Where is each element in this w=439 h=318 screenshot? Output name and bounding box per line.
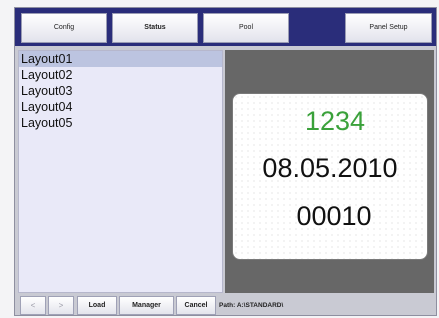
list-item-layout04[interactable]: Layout04 <box>19 99 222 115</box>
next-button[interactable]: > <box>48 296 74 315</box>
display-line-1: 1234 <box>304 106 366 136</box>
tab-panel-setup[interactable]: Panel Setup <box>345 13 432 43</box>
manager-button[interactable]: Manager <box>119 296 174 315</box>
app-window: Config Status Pool Panel Setup Layout01 … <box>14 7 437 316</box>
previous-button[interactable]: < <box>20 296 46 315</box>
display-panel-preview: 1234 08.05.2010 00010 <box>232 93 428 260</box>
tab-status[interactable]: Status <box>112 13 198 43</box>
list-item-layout02[interactable]: Layout02 <box>19 67 222 83</box>
list-item-layout05[interactable]: Layout05 <box>19 115 222 131</box>
bottom-toolbar: < > Load Manager Cancel Path: A:\STANDAR… <box>15 296 436 315</box>
list-item-layout03[interactable]: Layout03 <box>19 83 222 99</box>
tab-config[interactable]: Config <box>21 13 107 43</box>
tab-bar: Config Status Pool Panel Setup <box>15 8 436 46</box>
load-button[interactable]: Load <box>77 296 117 315</box>
tab-pool[interactable]: Pool <box>203 13 289 43</box>
display-line-3: 00010 <box>296 201 372 231</box>
layout-list[interactable]: Layout01 Layout02 Layout03 Layout04 Layo… <box>18 50 223 293</box>
path-label: Path: A:\STANDARD\ <box>219 302 284 309</box>
cancel-button[interactable]: Cancel <box>176 296 216 315</box>
layout-preview-area: 1234 08.05.2010 00010 <box>225 50 434 293</box>
list-item-layout01[interactable]: Layout01 <box>19 51 222 67</box>
display-line-2: 08.05.2010 <box>262 153 398 183</box>
